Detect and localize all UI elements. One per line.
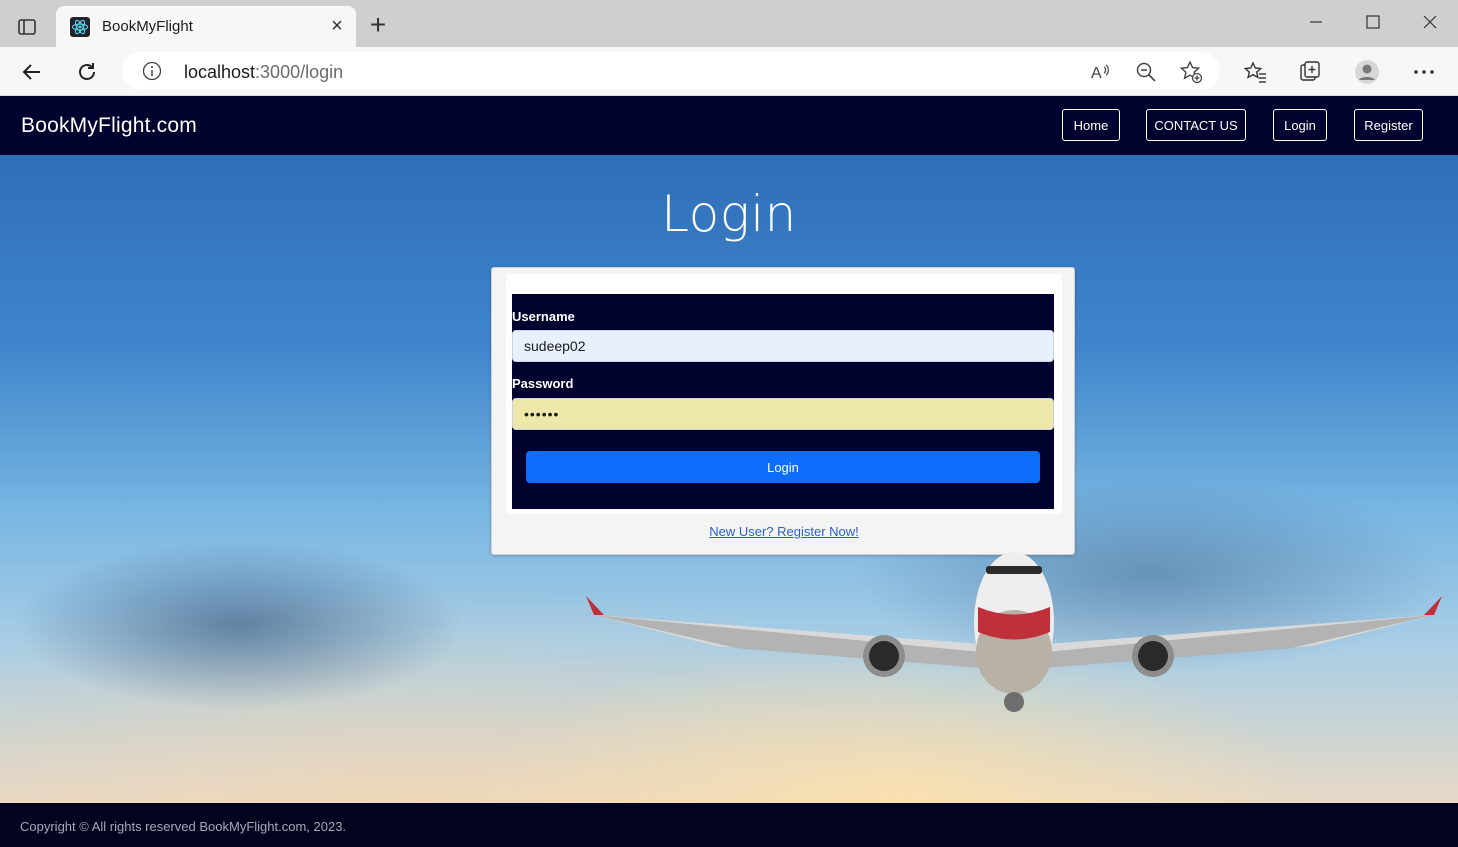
password-label: Password xyxy=(512,376,574,391)
maximize-icon[interactable] xyxy=(1353,8,1393,36)
collections-icon[interactable] xyxy=(1294,56,1326,88)
favorites-icon[interactable] xyxy=(1239,56,1271,88)
tab-actions-icon[interactable] xyxy=(12,12,42,42)
login-form: Username Password Login xyxy=(512,294,1054,509)
password-input[interactable] xyxy=(512,398,1054,430)
profile-icon[interactable] xyxy=(1351,56,1383,88)
url-text: localhost:3000/login xyxy=(184,62,343,83)
hero-background: Login Username Password Login New User? … xyxy=(0,155,1458,803)
airplane-image xyxy=(586,552,1442,712)
login-card-body: Username Password Login xyxy=(506,274,1062,514)
add-favorite-icon[interactable] xyxy=(1178,59,1204,85)
tab-title: BookMyFlight xyxy=(102,18,193,35)
zoom-out-icon[interactable] xyxy=(1133,59,1159,85)
site-footer: Copyright © All rights reserved BookMyFl… xyxy=(0,803,1458,847)
nav-login-button[interactable]: Login xyxy=(1273,109,1327,141)
url-host: localhost xyxy=(184,62,256,82)
browser-tab[interactable]: BookMyFlight × xyxy=(56,6,356,47)
more-icon[interactable] xyxy=(1408,56,1440,88)
nav-register-button[interactable]: Register xyxy=(1354,109,1423,141)
register-link[interactable]: New User? Register Now! xyxy=(492,524,1076,539)
username-label: Username xyxy=(512,309,575,324)
page: BookMyFlight.com Home CONTACT US Login R… xyxy=(0,96,1458,847)
info-icon[interactable] xyxy=(142,61,162,81)
url-path: :3000/login xyxy=(255,62,344,82)
svg-text:A: A xyxy=(1091,65,1102,82)
page-title: Login xyxy=(661,185,797,243)
nav-home-button[interactable]: Home xyxy=(1062,109,1120,141)
username-input[interactable] xyxy=(512,330,1054,362)
nav-contact-button[interactable]: CONTACT US xyxy=(1146,109,1246,141)
minimize-icon[interactable] xyxy=(1296,8,1336,36)
login-card: Username Password Login New User? Regist… xyxy=(491,267,1075,555)
window-close-icon[interactable] xyxy=(1410,8,1450,36)
login-submit-button[interactable]: Login xyxy=(526,451,1040,483)
refresh-icon[interactable] xyxy=(71,56,103,88)
read-aloud-icon[interactable]: A xyxy=(1088,59,1114,85)
react-favicon-icon xyxy=(70,17,90,37)
address-toolbar: localhost:3000/login A xyxy=(0,47,1458,96)
plus-icon[interactable]: + xyxy=(364,11,392,40)
site-navbar: BookMyFlight.com Home CONTACT US Login R… xyxy=(0,96,1458,155)
close-icon[interactable]: × xyxy=(328,16,346,36)
browser-tab-bar: BookMyFlight × + xyxy=(0,0,1458,47)
url-bar[interactable]: localhost:3000/login A xyxy=(122,52,1220,90)
brand-logo[interactable]: BookMyFlight.com xyxy=(21,114,197,138)
copyright-text: Copyright © All rights reserved BookMyFl… xyxy=(20,819,347,834)
back-icon[interactable] xyxy=(16,56,48,88)
